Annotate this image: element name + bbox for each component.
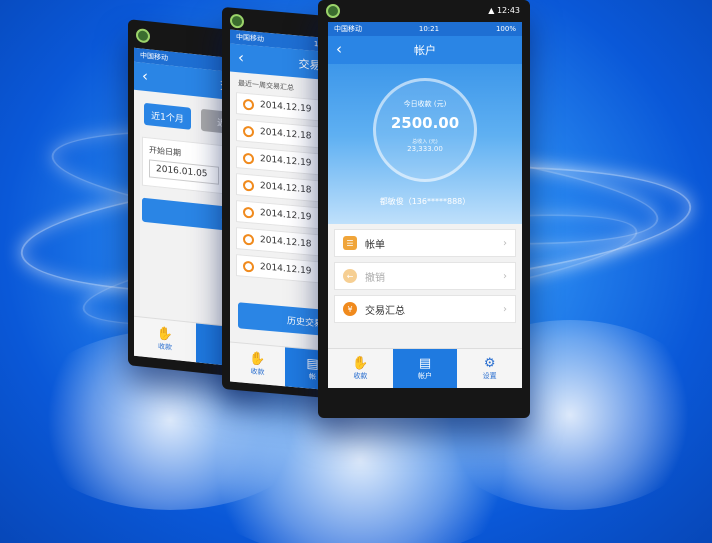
summary-icon: ¥ [343,302,357,316]
camera-icon [136,28,150,44]
tab-collect[interactable]: ✋ 收款 [230,343,285,387]
menu-label: 帐单 [365,239,385,251]
today-label: 今日收款 (元) [403,100,447,108]
account-hero: 今日收款 (元) 2500.00 总收入 (元) 23,333.00 都敏俊（1… [328,64,522,224]
back-icon[interactable]: ‹ [142,67,148,86]
tab-label: 帐 [309,372,316,382]
menu-item-revoke[interactable]: ← 撤销 › [334,262,516,290]
income-circle: 今日收款 (元) 2500.00 总收入 (元) 23,333.00 [373,78,477,182]
total-amount: 23,333.00 [407,145,443,153]
tab-collect[interactable]: ✋ 收款 [328,349,393,388]
row-date: 2014.12.18 [260,181,312,196]
revoke-icon: ← [343,269,357,283]
camera-icon [326,4,340,18]
phone-right-screen: 中国移动 10:21 100% ‹ 帐户 今日收款 (元) 2500.00 总收… [328,22,522,388]
carrier-text: 中国移动 [140,51,168,63]
chevron-right-icon: › [503,303,507,315]
showcase-stage: 中国移动 ‹ 交易 近1个月 近3 开始日期 2016.01.05 确 ✋ 收款 [0,0,712,543]
menu-item-summary[interactable]: ¥ 交易汇总 › [334,295,516,323]
range-1month-button[interactable]: 近1个月 [144,102,191,130]
tab-label: 帐户 [418,372,432,380]
tab-label: 收款 [158,342,172,352]
wallet-icon: ▤ [306,356,319,373]
menu-label: 交易汇总 [365,305,405,317]
user-info: 都敏俊（136*****888） [379,197,471,206]
system-status: ▲ 12:43 [488,6,520,15]
carrier-text: 中国移动 [334,25,362,33]
back-icon[interactable]: ‹ [336,40,342,58]
tab-label: 设置 [482,372,497,380]
clock-icon [243,260,254,273]
row-date: 2014.12.19 [260,100,312,115]
tab-bar: ✋ 收款 ▤ 帐户 ⚙ 设置 [328,348,522,388]
menu-label: 撤销 [365,272,385,284]
carrier-text: 中国移动 [236,33,264,44]
history-label: 历史交易 [286,316,323,330]
row-date: 2014.12.18 [260,235,312,250]
hand-icon: ✋ [249,351,266,368]
row-date: 2014.12.19 [260,262,312,277]
status-bar: 中国移动 10:21 100% [328,22,522,36]
tab-label: 收款 [353,372,368,380]
clock-icon [243,206,254,219]
system-time: 12:43 [496,6,520,15]
title-bar: ‹ 帐户 [328,36,522,64]
tab-account[interactable]: ▤ 帐户 [392,349,458,388]
chevron-right-icon: › [503,270,507,282]
row-date: 2014.12.19 [260,154,312,169]
tab-label: 收款 [250,367,265,377]
phone-right: ▲ 12:43 中国移动 10:21 100% ‹ 帐户 今日收款 (元) 25… [318,0,530,418]
start-date-input[interactable]: 2016.01.05 [149,159,219,185]
clock-icon [243,233,254,246]
page-title: 帐户 [414,44,436,57]
status-time: 10:21 [418,25,440,33]
gear-icon: ⚙ [483,356,496,371]
total-label: 总收入 (元) [412,139,438,145]
tab-collect[interactable]: ✋ 收款 [134,317,196,363]
menu-item-bill[interactable]: ☰ 帐单 › [334,229,516,257]
bill-icon: ☰ [343,236,357,250]
signal-icon: ▲ [488,6,495,15]
tab-settings[interactable]: ⚙ 设置 [457,349,522,388]
clock-icon [243,179,254,192]
back-icon[interactable]: ‹ [238,48,244,67]
clock-icon [243,125,254,138]
hand-icon: ✋ [156,326,174,343]
clock-icon [243,152,254,165]
camera-icon [230,13,244,29]
battery-text: 100% [495,25,516,33]
chevron-right-icon: › [503,237,507,249]
confirm-label: 确 [161,205,230,225]
clock-icon [243,98,254,111]
row-date: 2014.12.19 [260,208,312,223]
row-date: 2014.12.18 [260,127,312,142]
wallet-icon: ▤ [418,356,432,371]
hand-icon: ✋ [352,356,369,371]
today-amount: 2500.00 [390,114,460,132]
